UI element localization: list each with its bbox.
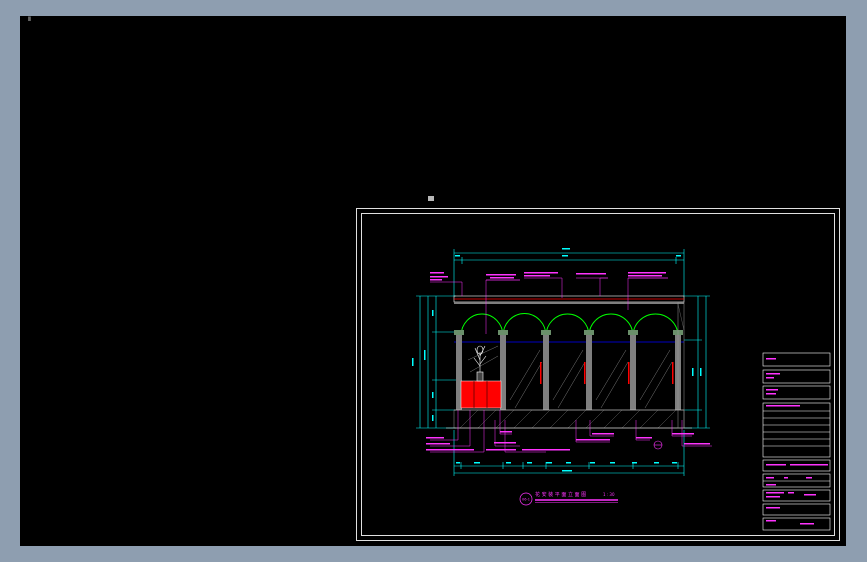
floor-base xyxy=(446,409,692,429)
title-block xyxy=(762,352,831,531)
bottom-annotation-text xyxy=(426,431,710,451)
drawing-title: 花 安 装 平 面 立 面 图 xyxy=(535,491,586,498)
elevation-drawing: 06-1 花 安 装 平 面 立 面 图 1 : 30 xyxy=(412,248,831,531)
drawing-scale: 1 : 30 xyxy=(603,492,615,497)
arcade-arches xyxy=(460,312,679,337)
plant-decoration xyxy=(473,345,487,382)
glass-accents xyxy=(540,362,674,384)
top-annotation-text xyxy=(430,272,666,281)
ceiling-beam xyxy=(453,295,685,304)
dimension-text-marks xyxy=(412,248,702,472)
section-marker xyxy=(653,440,663,450)
drawing-number: 06-1 xyxy=(522,498,530,502)
red-cabinet xyxy=(460,380,502,409)
drawing-title-block: 06-1 花 安 装 平 面 立 面 图 1 : 30 xyxy=(519,491,618,506)
